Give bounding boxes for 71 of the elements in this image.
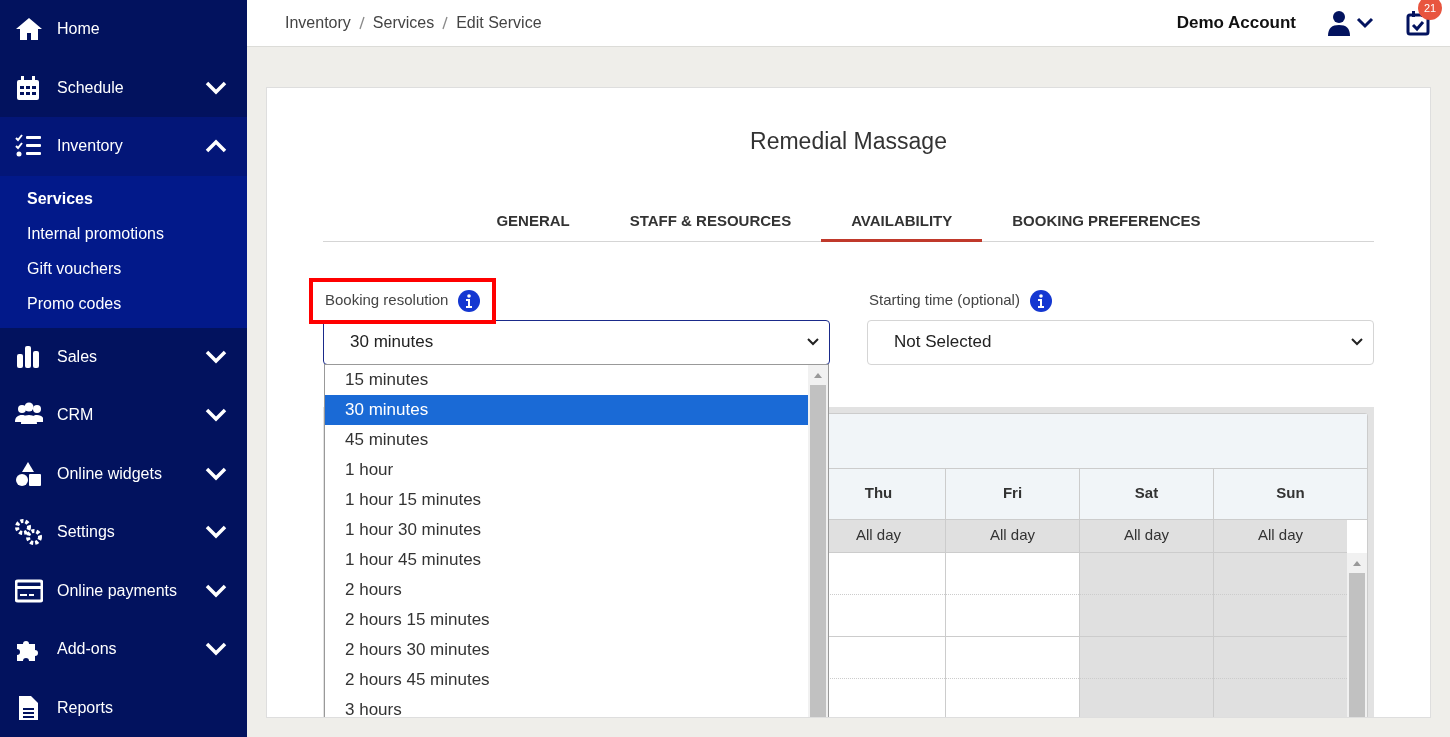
sidebar-item[interactable]: Add-ons <box>0 620 247 679</box>
dropdown-option[interactable]: 1 hour 30 minutes <box>325 514 808 545</box>
day-header: Sun <box>1213 468 1367 519</box>
gears-icon <box>15 519 43 546</box>
service-title: Remedial Massage <box>749 127 948 156</box>
dropdown-option[interactable]: 2 hours 15 minutes <box>325 604 808 635</box>
dropdown-option[interactable]: 1 hour <box>325 454 808 485</box>
account-name[interactable]: Demo Account <box>1176 10 1296 36</box>
day-header: Sat <box>1079 468 1213 519</box>
sidebar-item[interactable]: Inventory <box>0 117 247 176</box>
dropdown-option[interactable]: 2 hours 30 minutes <box>325 634 808 665</box>
submenu-item[interactable]: Promo codes <box>0 286 247 322</box>
chevron-down-icon <box>807 338 819 346</box>
submenu-item[interactable]: Gift vouchers <box>0 251 247 287</box>
dropdown-option[interactable]: 1 hour 15 minutes <box>325 484 808 515</box>
sidebar-item[interactable]: CRM <box>0 386 247 445</box>
calendar-check-icon[interactable] <box>1406 10 1430 36</box>
notification-badge: 21 <box>1418 0 1442 20</box>
day-column[interactable] <box>945 552 1079 717</box>
dropdown-option[interactable]: 15 minutes <box>325 364 808 395</box>
field-label: Booking resolution <box>325 290 449 311</box>
select-field[interactable]: Not Selected <box>867 319 1374 365</box>
chevron-down-icon <box>205 466 227 481</box>
scrollbar[interactable] <box>1347 552 1367 717</box>
select-field[interactable]: 30 minutes <box>323 319 830 365</box>
home-icon <box>15 16 43 43</box>
sidebar-item[interactable]: Sales <box>0 327 247 386</box>
all-day-cell: All day <box>945 519 1079 553</box>
chevron-down-icon <box>205 583 227 598</box>
dropdown-option[interactable]: 2 hours <box>325 574 808 605</box>
field-label: Starting time (optional) <box>869 290 1020 311</box>
sidebar-item[interactable]: Reports <box>0 678 247 737</box>
all-day-cell: All day <box>1079 519 1213 553</box>
breadcrumb-separator-icon <box>442 16 449 30</box>
credit-card-icon <box>15 577 43 604</box>
chevron-down-icon <box>205 349 227 364</box>
dropdown-option[interactable]: 3 hours <box>325 694 808 717</box>
sidebar-item[interactable]: Home <box>0 0 247 59</box>
chevron-down-icon <box>205 408 227 423</box>
info-icon[interactable] <box>1029 289 1052 312</box>
dropdown-option[interactable]: 30 minutes <box>325 394 808 425</box>
dropdown-option[interactable]: 1 hour 45 minutes <box>325 544 808 575</box>
sidebar-item[interactable]: Online widgets <box>0 444 247 503</box>
breadcrumb-separator-icon <box>358 16 365 30</box>
submenu-item[interactable]: Internal promotions <box>0 216 247 252</box>
dropdown-option[interactable]: 2 hours 45 minutes <box>325 664 808 695</box>
sidebar-item[interactable]: Settings <box>0 503 247 562</box>
dropdown-option[interactable]: 45 minutes <box>325 424 808 455</box>
chevron-down-icon <box>205 80 227 95</box>
submenu-item[interactable]: Services <box>0 181 247 217</box>
sidebar-item[interactable]: Online payments <box>0 561 247 620</box>
breadcrumb-link[interactable]: Edit Service <box>456 11 542 35</box>
chevron-down-icon <box>1356 17 1374 29</box>
tab[interactable]: STAFF & RESOURCES <box>599 203 822 242</box>
breadcrumb-link[interactable]: Inventory <box>285 11 351 35</box>
tab[interactable]: GENERAL <box>466 203 600 242</box>
chevron-down-icon <box>205 642 227 657</box>
tab[interactable]: BOOKING PREFERENCES <box>982 203 1231 242</box>
chevron-down-icon <box>1351 338 1363 346</box>
day-header: Fri <box>945 468 1079 519</box>
scrollbar[interactable] <box>808 364 828 717</box>
chevron-down-icon <box>205 525 227 540</box>
all-day-cell: All day <box>1213 519 1347 553</box>
chevron-up-icon <box>205 139 227 154</box>
breadcrumb-link[interactable]: Services <box>372 11 435 35</box>
tab[interactable]: AVAILABILITY <box>821 203 983 242</box>
user-icon <box>1328 10 1350 36</box>
sidebar-item[interactable]: Schedule <box>0 58 247 117</box>
info-icon[interactable] <box>458 289 481 312</box>
user-menu-button[interactable] <box>1328 10 1374 36</box>
shapes-icon <box>15 460 43 487</box>
